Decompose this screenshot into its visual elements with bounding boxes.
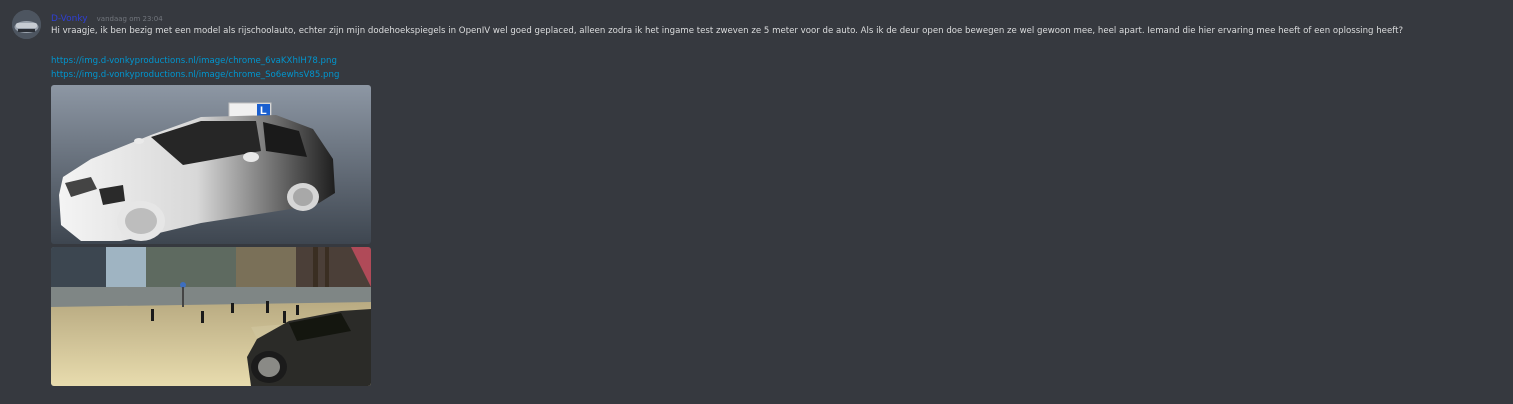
avatar-icon <box>12 10 41 39</box>
ingame-street-screenshot <box>51 247 371 386</box>
message-text: Hi vraagje, ik ben bezig met een model a… <box>51 26 1404 36</box>
roof-sign-label: L <box>260 105 267 117</box>
car-model-image: L <box>51 85 371 244</box>
attachment-image-car-model[interactable]: L <box>51 85 371 244</box>
username[interactable]: D-Vonky <box>51 14 88 24</box>
user-avatar[interactable] <box>12 10 41 39</box>
message-header: D-Vonky vandaag om 23:04 <box>51 10 163 24</box>
timestamp: vandaag om 23:04 <box>96 15 163 23</box>
chat-message: D-Vonky vandaag om 23:04 Hi vraagje, ik … <box>0 0 1513 404</box>
attachment-image-ingame[interactable] <box>51 247 371 386</box>
attachment-link-1[interactable]: https://img.d-vonkyproductions.nl/image/… <box>51 55 337 67</box>
attachment-link-2[interactable]: https://img.d-vonkyproductions.nl/image/… <box>51 69 339 81</box>
